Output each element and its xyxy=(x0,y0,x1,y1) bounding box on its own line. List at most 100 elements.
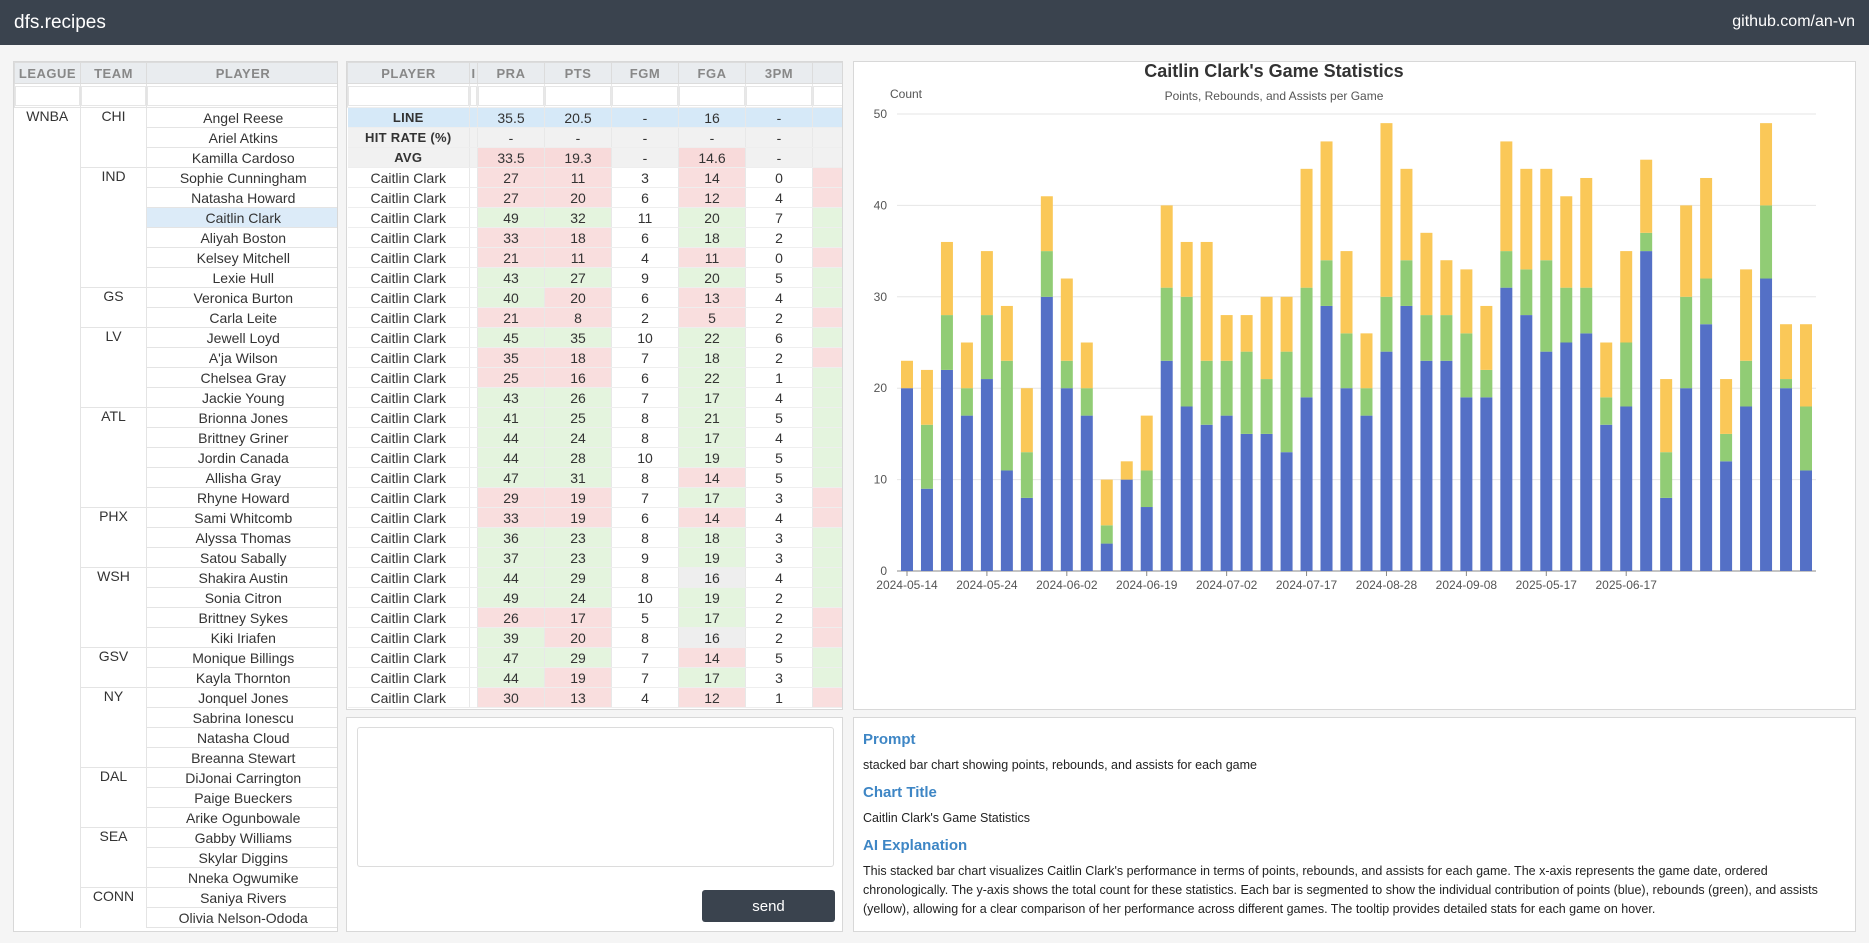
game-row[interactable]: Caitlin Clark 47 29 7 14 5 xyxy=(347,647,842,668)
bar-rebounds[interactable] xyxy=(1340,333,1353,389)
send-button[interactable]: send xyxy=(702,890,835,922)
player-name[interactable]: Shakira Austin xyxy=(146,567,337,588)
bar-points[interactable] xyxy=(1280,452,1293,571)
bar-assists[interactable] xyxy=(1380,123,1393,297)
bar-rebounds[interactable] xyxy=(1460,333,1473,398)
league-header[interactable]: LEAGUE xyxy=(14,62,81,84)
bar-points[interactable] xyxy=(1040,296,1053,571)
bar-assists[interactable] xyxy=(1220,315,1233,361)
bar-rebounds[interactable] xyxy=(1100,525,1113,544)
bar-assists[interactable] xyxy=(1200,241,1213,361)
bar-assists[interactable] xyxy=(1740,269,1753,361)
bar-points[interactable] xyxy=(1720,461,1733,571)
bar-rebounds[interactable] xyxy=(1640,232,1653,252)
stat-header-fgm[interactable]: FGM xyxy=(611,62,679,84)
player-name[interactable]: Gabby Williams xyxy=(146,827,337,848)
game-row[interactable]: Caitlin Clark 47 31 8 14 5 xyxy=(347,467,842,488)
bar-assists[interactable] xyxy=(1260,296,1273,380)
player-name[interactable]: Sami Whitcomb xyxy=(146,507,337,528)
bar-points[interactable] xyxy=(1520,315,1533,571)
player-name[interactable]: Veronica Burton xyxy=(146,287,337,308)
brand-link[interactable]: dfs.recipes xyxy=(14,12,106,34)
stat-header-i[interactable]: I xyxy=(469,62,478,84)
bar-rebounds[interactable] xyxy=(1140,470,1153,508)
game-row[interactable]: Caitlin Clark 41 25 8 21 5 xyxy=(347,407,842,428)
bar-rebounds[interactable] xyxy=(1060,360,1073,389)
bar-assists[interactable] xyxy=(1340,251,1353,334)
bar-points[interactable] xyxy=(1060,388,1073,571)
bar-rebounds[interactable] xyxy=(940,315,953,370)
bar-rebounds[interactable] xyxy=(1020,452,1033,498)
bar-assists[interactable] xyxy=(1000,305,1013,361)
bar-points[interactable] xyxy=(1240,433,1253,571)
bar-points[interactable] xyxy=(1500,287,1513,571)
bar-assists[interactable] xyxy=(1160,205,1173,288)
stat-filter-input[interactable] xyxy=(545,85,611,106)
player-name[interactable]: Aliyah Boston xyxy=(146,227,337,248)
bar-points[interactable] xyxy=(1320,305,1333,571)
bar-rebounds[interactable] xyxy=(1480,369,1493,398)
player-name[interactable]: Natasha Howard xyxy=(146,187,337,208)
player-name[interactable]: Ariel Atkins xyxy=(146,127,337,148)
player-name[interactable]: Angel Reese xyxy=(146,107,337,128)
bar-rebounds[interactable] xyxy=(1440,315,1453,361)
bar-rebounds[interactable] xyxy=(1080,388,1093,416)
bar-points[interactable] xyxy=(1480,397,1493,571)
bar-assists[interactable] xyxy=(1720,379,1733,434)
game-row[interactable]: Caitlin Clark 49 24 10 19 2 xyxy=(347,587,842,608)
game-row[interactable]: Caitlin Clark 44 28 10 19 5 xyxy=(347,447,842,468)
team-filter-input[interactable] xyxy=(81,85,146,106)
bar-points[interactable] xyxy=(1600,424,1613,571)
player-name[interactable]: Natasha Cloud xyxy=(146,727,337,748)
bar-points[interactable] xyxy=(1580,333,1593,571)
bar-assists[interactable] xyxy=(1660,379,1673,453)
player-row[interactable]: WNBA CHI Angel Reese xyxy=(15,107,337,168)
bar-rebounds[interactable] xyxy=(1600,397,1613,425)
bar-rebounds[interactable] xyxy=(1280,351,1293,453)
bar-rebounds[interactable] xyxy=(1660,452,1673,498)
bar-assists[interactable] xyxy=(980,251,993,316)
game-row[interactable]: Caitlin Clark 43 26 7 17 4 xyxy=(347,387,842,408)
player-name[interactable]: A'ja Wilson xyxy=(146,347,337,368)
game-row[interactable]: Caitlin Clark 36 23 8 18 3 xyxy=(347,527,842,548)
game-row[interactable]: Caitlin Clark 27 20 6 12 4 xyxy=(347,187,842,208)
bar-points[interactable] xyxy=(1680,388,1693,571)
bar-points[interactable] xyxy=(960,415,973,571)
game-row[interactable]: Caitlin Clark 40 20 6 13 4 xyxy=(347,287,842,308)
game-row[interactable]: Caitlin Clark 26 17 5 17 2 xyxy=(347,607,842,628)
bar-points[interactable] xyxy=(1620,406,1633,571)
player-name[interactable]: Chelsea Gray xyxy=(146,367,337,388)
game-row[interactable]: Caitlin Clark 27 11 3 14 0 xyxy=(347,167,842,188)
bar-rebounds[interactable] xyxy=(920,424,933,489)
bar-assists[interactable] xyxy=(1420,232,1433,316)
bar-assists[interactable] xyxy=(1240,315,1253,352)
bar-points[interactable] xyxy=(1360,415,1373,571)
bar-rebounds[interactable] xyxy=(1680,296,1693,389)
bar-assists[interactable] xyxy=(1280,296,1293,352)
bar-points[interactable] xyxy=(1160,360,1173,571)
player-name[interactable]: Saniya Rivers xyxy=(146,887,337,908)
player-name[interactable]: Sabrina Ionescu xyxy=(146,707,337,728)
bar-points[interactable] xyxy=(1200,424,1213,571)
bar-rebounds[interactable] xyxy=(1520,269,1533,316)
game-row[interactable]: Caitlin Clark 45 35 10 22 6 xyxy=(347,327,842,348)
player-name[interactable]: Kelsey Mitchell xyxy=(146,247,337,268)
game-row[interactable]: Caitlin Clark 29 19 7 17 3 xyxy=(347,487,842,508)
game-row[interactable]: Caitlin Clark 35 18 7 18 2 xyxy=(347,347,842,368)
bar-points[interactable] xyxy=(1260,433,1273,571)
player-name[interactable]: Jewell Loyd xyxy=(146,327,337,348)
bar-points[interactable] xyxy=(1300,397,1313,571)
player-name[interactable]: Jackie Young xyxy=(146,387,337,408)
bar-assists[interactable] xyxy=(1040,196,1053,252)
bar-rebounds[interactable] xyxy=(1420,315,1433,361)
stat-filter-input[interactable] xyxy=(612,85,678,106)
bar-rebounds[interactable] xyxy=(1200,360,1213,425)
bar-points[interactable] xyxy=(1440,360,1453,571)
bar-rebounds[interactable] xyxy=(980,315,993,380)
bar-points[interactable] xyxy=(1340,388,1353,571)
game-row[interactable]: Caitlin Clark 39 20 8 16 2 xyxy=(347,627,842,648)
player-name[interactable]: Sonia Citron xyxy=(146,587,337,608)
bar-assists[interactable] xyxy=(1060,278,1073,361)
bar-points[interactable] xyxy=(1780,388,1793,571)
bar-assists[interactable] xyxy=(1540,168,1553,261)
